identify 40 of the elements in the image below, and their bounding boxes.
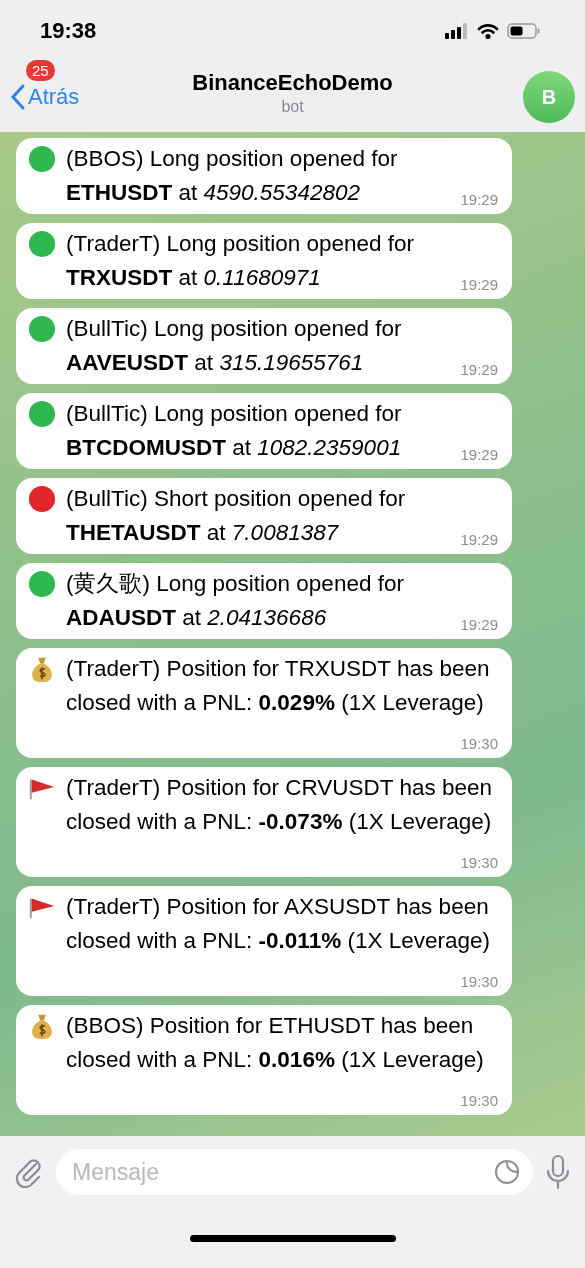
message-text: (TraderT) Position for AXSUSDT has been closed with a PNL: -0.011% (1X Leverage) xyxy=(66,894,490,953)
message-time: 19:30 xyxy=(460,972,498,992)
message-text: (BullTic) Long position opened for BTCDOMUSDT at 1082.2359001 xyxy=(66,401,402,460)
circle-icon xyxy=(28,315,56,343)
message-time: 19:29 xyxy=(460,530,498,550)
sticker-icon[interactable] xyxy=(493,1158,521,1186)
message-time: 19:30 xyxy=(460,1091,498,1111)
circle-icon xyxy=(28,570,56,598)
chat-title: BinanceEchoDemo xyxy=(192,70,393,96)
message-time: 19:29 xyxy=(460,615,498,635)
message-text: (BBOS) Position for ETHUSDT has been closed with a PNL: 0.016% (1X Leverage) xyxy=(66,1013,484,1072)
message-time: 19:30 xyxy=(460,853,498,873)
message-time: 19:29 xyxy=(460,190,498,210)
battery-icon xyxy=(507,23,541,39)
message-text: (TraderT) Position for CRVUSDT has been closed with a PNL: -0.073% (1X Leverage) xyxy=(66,775,492,834)
message-text: (黄久歌) Long position opened for ADAUSDT at 2.04136686 xyxy=(66,571,404,630)
message-time: 19:30 xyxy=(460,734,498,754)
message-field[interactable]: Mensaje xyxy=(56,1149,533,1195)
message-time: 19:29 xyxy=(460,360,498,380)
chat-subtitle: bot xyxy=(281,98,304,116)
message-text: (TraderT) Long position opened for TRXUSDT at 0.11680971 xyxy=(66,231,415,290)
back-button[interactable]: Atrás xyxy=(10,83,80,111)
signal-icon xyxy=(445,23,469,39)
message-time: 19:29 xyxy=(460,275,498,295)
microphone-icon[interactable] xyxy=(545,1154,571,1190)
wifi-icon xyxy=(477,23,499,39)
paperclip-icon[interactable] xyxy=(14,1156,44,1188)
message-text: (BBOS) Long position opened for ETHUSDT at 4590.55342802 xyxy=(66,146,398,205)
message-text: (BullTic) Long position opened for AAVEUSDT at 315.19655761 xyxy=(66,316,402,375)
message-text: (BullTic) Short position opened for THETAUSDT at 7.0081387 xyxy=(66,486,406,545)
circle-icon xyxy=(28,145,56,173)
unread-badge: 25 xyxy=(26,60,55,81)
status-time: 19:38 xyxy=(40,18,97,44)
circle-icon xyxy=(28,400,56,428)
message-time: 19:29 xyxy=(460,445,498,465)
avatar[interactable]: B xyxy=(523,71,575,123)
circle-icon xyxy=(28,485,56,513)
circle-icon xyxy=(28,230,56,258)
message-text: (TraderT) Position for TRXUSDT has been closed with a PNL: 0.029% (1X Leverage) xyxy=(66,656,490,715)
chevron-left-icon xyxy=(10,83,26,111)
